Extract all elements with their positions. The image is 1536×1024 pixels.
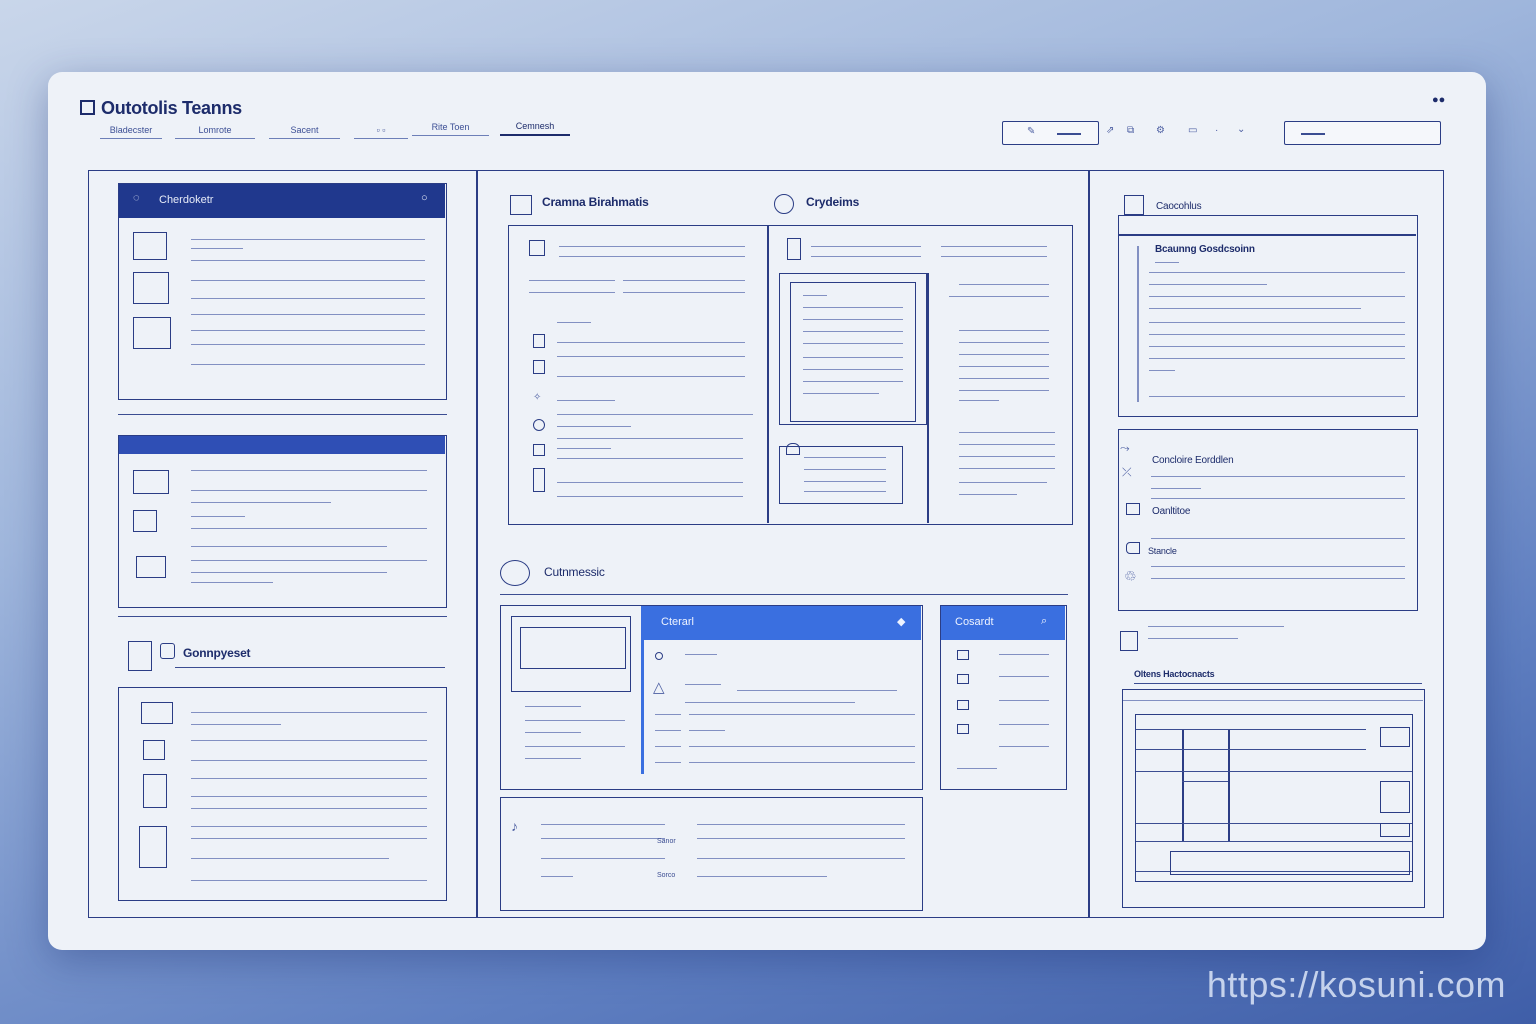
app-window: Outotolis Teanns Bladecster Lomrote Sace…	[48, 72, 1486, 950]
split-card-header: Cterarl ◆	[641, 606, 921, 640]
toolbar-pen-button[interactable]: ✎	[1002, 121, 1099, 145]
chevron-down-icon[interactable]: ⌄	[1237, 124, 1245, 135]
table-cell-box[interactable]	[1380, 781, 1410, 813]
list-item-label[interactable]: Oanltitoe	[1152, 506, 1190, 517]
recycle-icon: ♲	[1124, 568, 1137, 584]
list-item-label[interactable]: Stancle	[1148, 546, 1177, 556]
document-title: Bcaunng Gosdcsoinn	[1155, 244, 1255, 255]
file-icon	[133, 317, 171, 349]
square-icon	[957, 700, 969, 710]
chart-icon	[774, 194, 794, 214]
folder-icon	[133, 272, 169, 304]
component-card	[118, 687, 447, 901]
square-icon	[143, 740, 165, 760]
split-card: Cterarl ◆ △	[500, 605, 923, 790]
right-section-title: Oltens Hactocnacts	[1134, 669, 1215, 679]
dot-icon[interactable]: ·	[1215, 125, 1218, 136]
share-icon[interactable]: ⇗	[1106, 125, 1114, 136]
clipboard-icon	[1124, 195, 1144, 215]
tab-bladecster[interactable]: Bladecster	[100, 125, 162, 139]
bookmark-icon	[529, 240, 545, 256]
tab-rite-toen[interactable]: Rite Toen	[412, 122, 489, 136]
tab-cemnesh[interactable]: Cemnesh	[500, 121, 570, 136]
window-icon	[141, 702, 173, 724]
gear-icon[interactable]: ⚙	[1156, 125, 1165, 136]
table-card	[1122, 689, 1425, 908]
app-title: Outotolis Teanns	[80, 98, 242, 119]
square-icon	[957, 650, 969, 660]
shield-icon: ◌	[133, 192, 140, 204]
table-cell-box[interactable]	[1380, 727, 1410, 747]
message-card-header	[119, 436, 445, 454]
panel-icon[interactable]: ▭	[1188, 125, 1197, 136]
search-input[interactable]	[1284, 121, 1441, 145]
list-item-label[interactable]: Concloire Eorddlen	[1152, 455, 1234, 466]
search-icon[interactable]: ⌕	[1041, 615, 1047, 628]
copy-icon[interactable]: ⧉	[1127, 125, 1134, 136]
more-icon[interactable]: ◆	[897, 615, 905, 628]
message-card	[118, 435, 447, 608]
fan-icon: ⤳	[1120, 441, 1130, 455]
tab-sacent[interactable]: Sacent	[269, 125, 340, 139]
mail-icon	[133, 470, 169, 494]
table-cell-box[interactable]	[1380, 823, 1410, 837]
star-icon: ✧	[533, 392, 542, 403]
headset-icon	[500, 560, 530, 586]
app-logo-icon	[80, 100, 95, 115]
square-icon	[957, 674, 969, 684]
section-title-3: Cutnmessic	[544, 565, 605, 579]
checkbox-icon[interactable]	[1126, 503, 1140, 515]
section-title-1: Cramna Birahmatis	[542, 195, 649, 209]
tab-grid-icon: ▫ ▫	[376, 125, 386, 135]
layers-icon	[128, 641, 152, 671]
circle-icon	[533, 419, 545, 431]
music-icon: ♪	[511, 818, 518, 834]
checkbox-icon	[133, 510, 157, 532]
flag-icon	[786, 443, 800, 455]
pen-icon: ✎	[1027, 126, 1036, 137]
list-card: Cosardt ⌕	[940, 605, 1067, 790]
square-icon	[533, 444, 545, 456]
document-card: Bcaunng Gosdcsoinn	[1118, 215, 1418, 417]
content-frame: ✧	[508, 225, 1073, 525]
tool-icon: ⤫	[1122, 465, 1132, 479]
checklist-card-header: ◌ Cherdoketr ○	[119, 184, 445, 218]
document-preview	[779, 273, 927, 425]
report-icon	[510, 195, 532, 215]
page-icon	[1120, 631, 1138, 651]
mini-card	[779, 443, 903, 504]
window-controls-icon[interactable]: ●●	[1432, 94, 1445, 106]
circle-icon	[655, 652, 663, 660]
list-card-header: Cosardt ⌕	[941, 606, 1065, 640]
watermark: https://kosuni.com	[1206, 964, 1506, 1005]
warning-icon: △	[653, 679, 665, 696]
right-section-title: Caocohlus	[1156, 201, 1202, 212]
checkbox-icon	[533, 360, 545, 374]
footer-small-label: Sanor	[657, 838, 676, 845]
list-card-title: Cosardt	[955, 616, 994, 628]
tab-lomrote[interactable]: Lomrote	[175, 125, 255, 139]
stack-icon	[143, 774, 167, 808]
section-title-2: Crydeims	[806, 195, 860, 209]
table-summary-row[interactable]	[1170, 851, 1410, 875]
close-icon[interactable]: ○	[421, 192, 428, 204]
image-placeholder	[511, 616, 631, 692]
page-icon	[139, 826, 167, 868]
component-section-title: Gonnpyeset	[183, 646, 251, 660]
checklist-card: ◌ Cherdoketr ○	[118, 183, 447, 400]
tab-icons[interactable]: ▫ ▫	[354, 125, 408, 139]
footer-card: ♪ Sanor Sorco	[500, 797, 923, 911]
component-icon	[160, 643, 175, 659]
bookmark-icon	[533, 334, 545, 348]
pen-icon	[787, 238, 801, 260]
tag-icon	[533, 468, 545, 492]
calendar-icon	[136, 556, 166, 578]
document-icon	[133, 232, 167, 260]
footer-small-label: Sorco	[657, 872, 676, 879]
folder-icon[interactable]	[1126, 542, 1140, 554]
square-icon	[957, 724, 969, 734]
split-card-title: Cterarl	[661, 616, 695, 628]
table-grid	[1135, 714, 1413, 882]
